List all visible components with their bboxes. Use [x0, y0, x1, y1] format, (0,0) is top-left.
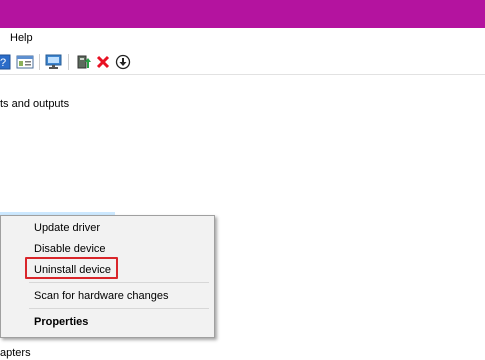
uninstall-icon[interactable] — [95, 54, 111, 70]
menu-separator — [29, 282, 209, 283]
properties-icon[interactable] — [16, 54, 34, 70]
tree-item-adapters[interactable]: apters — [0, 347, 31, 359]
menu-help[interactable]: Help — [10, 32, 33, 44]
svg-text:?: ? — [0, 57, 6, 69]
toolbar: ? — [0, 50, 485, 75]
tree-item-audio-inputs-outputs[interactable]: ts and outputs — [0, 98, 69, 110]
toolbar-separator — [68, 54, 69, 70]
menu-item-scan-hardware-changes[interactable]: Scan for hardware changes — [34, 290, 169, 302]
help-icon[interactable]: ? — [0, 54, 11, 70]
title-bar — [0, 0, 485, 28]
menu-bar: Help — [0, 28, 485, 50]
menu-item-update-driver[interactable]: Update driver — [34, 222, 100, 234]
scan-monitor-icon[interactable] — [45, 54, 62, 70]
toolbar-separator — [39, 54, 40, 70]
uninstall-highlight-box — [25, 257, 118, 279]
update-driver-icon[interactable] — [76, 54, 92, 70]
menu-item-properties[interactable]: Properties — [34, 316, 88, 328]
download-icon[interactable] — [115, 54, 131, 70]
menu-item-disable-device[interactable]: Disable device — [34, 243, 106, 255]
menu-separator — [29, 308, 209, 309]
